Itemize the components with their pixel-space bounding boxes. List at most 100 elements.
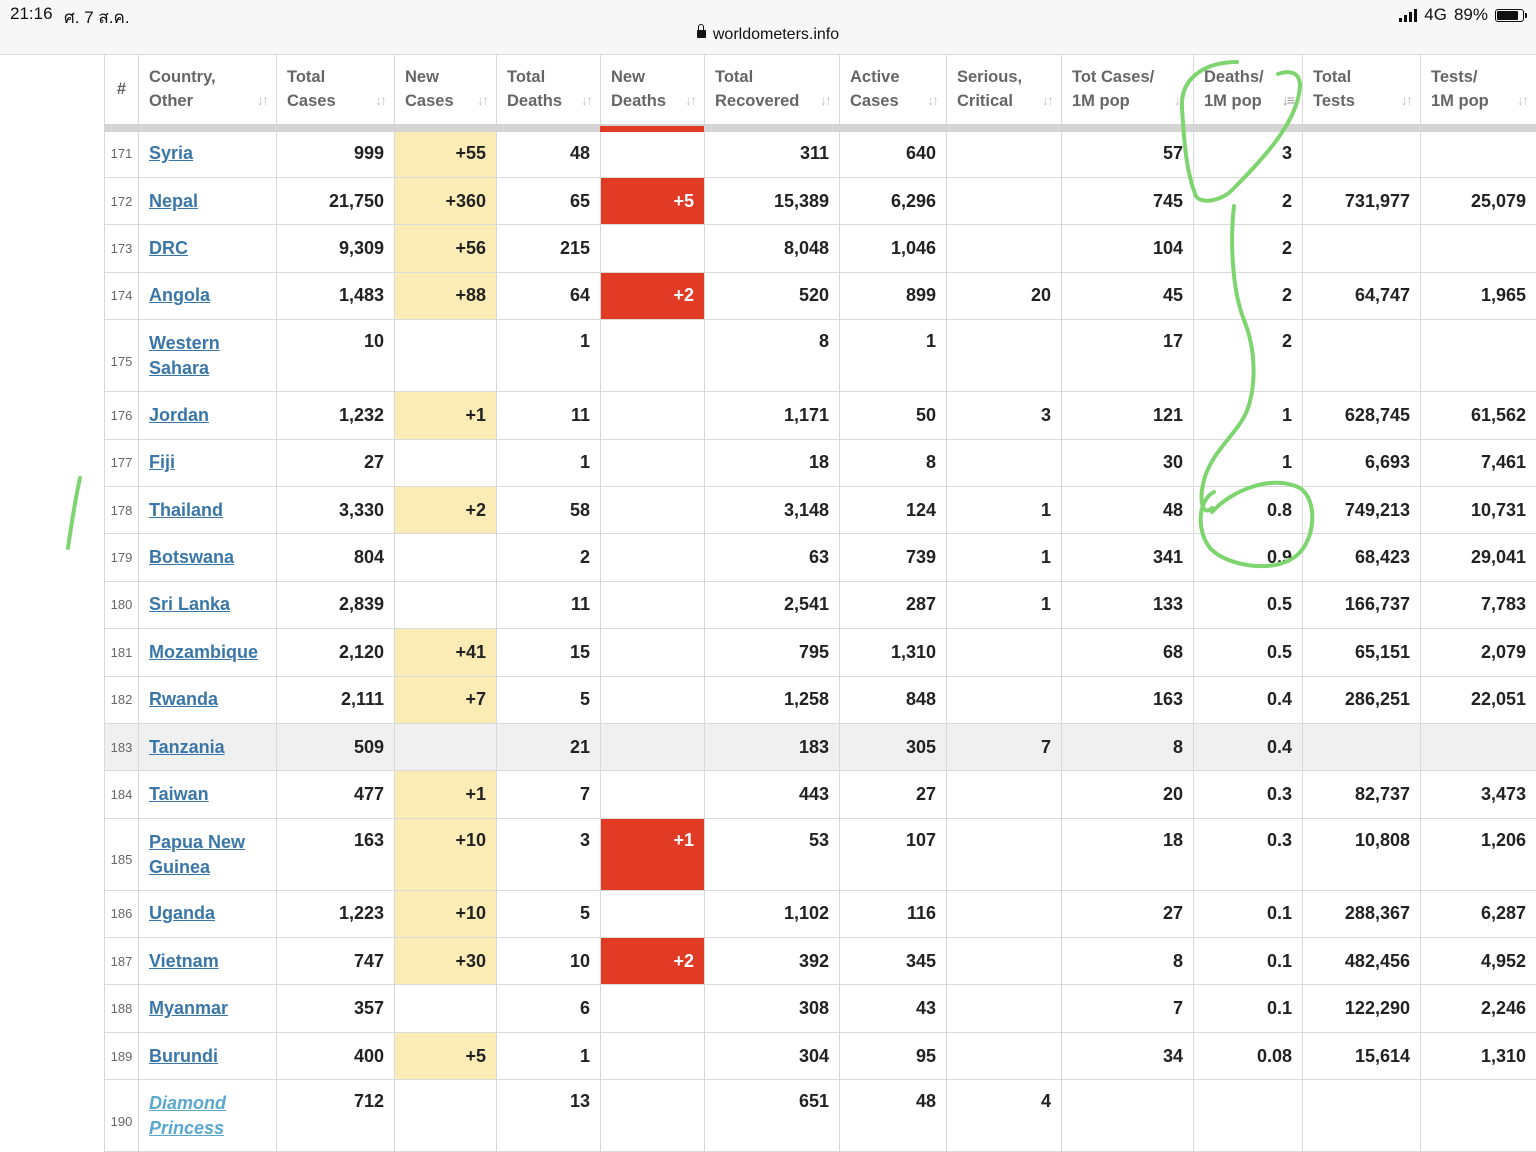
- country-link[interactable]: Uganda: [149, 903, 215, 923]
- column-header-total-tests[interactable]: Total Tests ↓↑: [1302, 54, 1421, 130]
- table-row[interactable]: 180 Sri Lanka 2,839 11 2,541 287 1 133 0.5 166,73…: [104, 580, 1536, 630]
- sort-icon[interactable]: ↓↑: [257, 88, 269, 112]
- column-header-rank[interactable]: #: [104, 54, 139, 130]
- table-row[interactable]: 185 Papua New Guinea 163 +10 3 +1 53 107 18 0.3 10…: [104, 817, 1536, 891]
- cell-active-cases: 1: [839, 319, 947, 393]
- country-link[interactable]: Tanzania: [149, 737, 225, 757]
- cell-rank: 190: [104, 1079, 139, 1152]
- cell-active-cases: 305: [839, 722, 947, 772]
- country-link[interactable]: Mozambique: [149, 642, 258, 662]
- sort-icon[interactable]: ↓↑: [375, 88, 387, 112]
- country-link[interactable]: Taiwan: [149, 784, 209, 804]
- column-header-active-cases[interactable]: Active Cases ↓↑: [839, 54, 947, 130]
- column-header-serious-critical[interactable]: Serious, Critical ↓↑: [946, 54, 1062, 130]
- table-row[interactable]: 183 Tanzania 509 21 183 305 7 8 0.4: [104, 722, 1536, 772]
- cell-total-cases: 163: [276, 817, 395, 891]
- table-row[interactable]: 190 Diamond Princess 712 13 651 48 4: [104, 1079, 1536, 1152]
- cell-new-cases: +10: [394, 817, 497, 891]
- column-header-total-recovered[interactable]: Total Recovered ↓↑: [704, 54, 840, 130]
- cell-cases-per-million: 7: [1061, 984, 1194, 1033]
- table-row[interactable]: 186 Uganda 1,223 +10 5 1,102 116 27 0.1 288,367 6,…: [104, 889, 1536, 939]
- cell-deaths-per-million: [1193, 1079, 1303, 1152]
- cell-deaths-per-million: 0.4: [1193, 675, 1303, 724]
- country-link[interactable]: DRC: [149, 238, 188, 258]
- country-link[interactable]: Burundi: [149, 1046, 218, 1066]
- country-link[interactable]: Angola: [149, 285, 210, 305]
- cell-total-tests: 482,456: [1302, 937, 1421, 986]
- column-header-country[interactable]: Country, Other ↓↑: [138, 54, 277, 130]
- table-row[interactable]: 181 Mozambique 2,120 +41 15 795 1,310 68 0.5 65,1…: [104, 628, 1536, 677]
- url-bar[interactable]: worldometers.info: [0, 23, 1536, 44]
- cell-total-deaths: 215: [496, 224, 601, 273]
- sort-active-icon[interactable]: ↓≡: [1282, 88, 1295, 112]
- column-header-new-deaths[interactable]: New Deaths ↓↑: [600, 54, 705, 130]
- cell-total-tests: 749,213: [1302, 485, 1421, 535]
- cell-total-cases: 712: [276, 1079, 395, 1152]
- sort-icon[interactable]: ↓↑: [820, 88, 832, 112]
- country-link[interactable]: Diamond Princess: [149, 1093, 226, 1138]
- table-row[interactable]: 182 Rwanda 2,111 +7 5 1,258 848 163 0.4 286,251 22…: [104, 675, 1536, 724]
- column-header-cases-per-million[interactable]: Tot Cases/1M pop ↓↑: [1061, 54, 1194, 130]
- table-row[interactable]: 189 Burundi 400 +5 1 304 95 34 0.08 15,614 1,310: [104, 1031, 1536, 1081]
- table-row[interactable]: 188 Myanmar 357 6 308 43 7 0.1 122,290 2,246: [104, 984, 1536, 1033]
- sort-icon[interactable]: ↓↑: [1042, 88, 1054, 112]
- cell-new-deaths: [600, 984, 705, 1033]
- country-link[interactable]: Western Sahara: [149, 333, 220, 378]
- cell-serious-critical: [946, 126, 1062, 178]
- country-link[interactable]: Nepal: [149, 191, 198, 211]
- table-row[interactable]: 178 Thailand 3,330 +2 58 3,148 124 1 48 0.8 749,21…: [104, 485, 1536, 535]
- lock-icon: [696, 23, 706, 38]
- table-row[interactable]: 179 Botswana 804 2 63 739 1 341 0.9 68,423 29,041: [104, 533, 1536, 582]
- cell-new-cases: [394, 1079, 497, 1152]
- country-link[interactable]: Myanmar: [149, 998, 228, 1018]
- country-link[interactable]: Botswana: [149, 547, 234, 567]
- country-link[interactable]: Vietnam: [149, 951, 219, 971]
- table-row[interactable]: 184 Taiwan 477 +1 7 443 27 20 0.3 82,737 3,473: [104, 770, 1536, 819]
- table-row[interactable]: 175 Western Sahara 10 1 8 1 17 2: [104, 319, 1536, 393]
- cell-active-cases: 107: [839, 817, 947, 891]
- column-header-new-cases[interactable]: New Cases ↓↑: [394, 54, 497, 130]
- country-link[interactable]: Papua New Guinea: [149, 832, 245, 877]
- cell-new-cases: [394, 533, 497, 582]
- cell-total-cases: 477: [276, 770, 395, 819]
- cell-country: DRC: [138, 224, 277, 273]
- cell-total-deaths: 11: [496, 391, 601, 440]
- cell-serious-critical: [946, 1031, 1062, 1081]
- column-header-total-deaths[interactable]: Total Deaths ↓↑: [496, 54, 601, 130]
- column-header-deaths-per-million[interactable]: Deaths/1M pop ↓≡: [1193, 54, 1303, 130]
- cell-cases-per-million: 121: [1061, 391, 1194, 440]
- country-link[interactable]: Fiji: [149, 452, 175, 472]
- country-link[interactable]: Rwanda: [149, 689, 218, 709]
- sort-icon[interactable]: ↓↑: [1517, 88, 1529, 112]
- table-row[interactable]: 177 Fiji 27 1 18 8 30 1 6,693 7,461: [104, 438, 1536, 487]
- country-link[interactable]: Sri Lanka: [149, 594, 230, 614]
- cell-rank: 179: [104, 533, 139, 582]
- table-row[interactable]: 174 Angola 1,483 +88 64 +2 520 899 20 45 2 64,747 1,…: [104, 271, 1536, 321]
- sort-icon[interactable]: ↓↑: [685, 88, 697, 112]
- sort-icon[interactable]: ↓↑: [581, 88, 593, 112]
- cell-total-cases: 804: [276, 533, 395, 582]
- sort-icon[interactable]: ↓↑: [477, 88, 489, 112]
- cell-total-deaths: 3: [496, 817, 601, 891]
- table-row[interactable]: 187 Vietnam 747 +30 10 +2 392 345 8 0.1 482,456 4,9…: [104, 937, 1536, 986]
- cell-rank: 177: [104, 438, 139, 487]
- country-link[interactable]: Jordan: [149, 405, 209, 425]
- cell-total-recovered: 1,102: [704, 889, 840, 939]
- cell-deaths-per-million: 2: [1193, 271, 1303, 321]
- cell-rank: 175: [104, 319, 139, 393]
- cell-rank: 171: [104, 126, 139, 178]
- column-header-tests-per-million[interactable]: Tests/1M pop ↓↑: [1420, 54, 1536, 130]
- sort-icon[interactable]: ↓↑: [1174, 88, 1186, 112]
- table-row[interactable]: 171 Syria 999 +55 48 311 640 57 3: [104, 126, 1536, 178]
- country-link[interactable]: Syria: [149, 143, 193, 163]
- table-row[interactable]: 173 DRC 9,309 +56 215 8,048 1,046 104 2: [104, 224, 1536, 273]
- cell-total-recovered: 1,258: [704, 675, 840, 724]
- country-link[interactable]: Thailand: [149, 500, 223, 520]
- column-header-total-cases[interactable]: Total Cases ↓↑: [276, 54, 395, 130]
- sort-icon[interactable]: ↓↑: [927, 88, 939, 112]
- table-row[interactable]: 172 Nepal 21,750 +360 65 +5 15,389 6,296 745 2 731…: [104, 176, 1536, 226]
- table-row[interactable]: 176 Jordan 1,232 +1 11 1,171 50 3 121 1 628,745 61,…: [104, 391, 1536, 440]
- cell-deaths-per-million: 0.8: [1193, 485, 1303, 535]
- sort-icon[interactable]: ↓↑: [1401, 88, 1413, 112]
- cell-serious-critical: [946, 438, 1062, 487]
